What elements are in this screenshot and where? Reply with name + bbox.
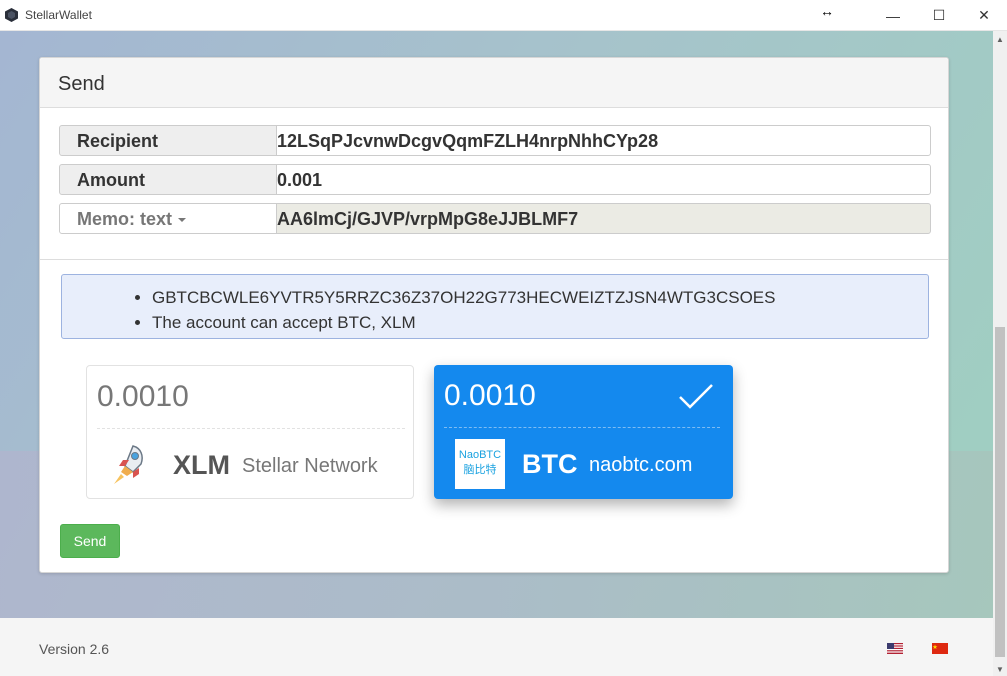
asset-card-xlm[interactable]: 0.0010 XLM Stellar Network <box>86 365 414 499</box>
asset-amount: 0.0010 <box>444 379 536 412</box>
minimize-button[interactable]: — <box>870 0 916 31</box>
recipient-label: Recipient <box>59 125 277 156</box>
asset-card-btc[interactable]: 0.0010 NaoBTC 脑比特 BTC naobtc.com <box>434 365 733 499</box>
app-logo-icon <box>5 8 18 22</box>
recipient-input[interactable]: 12LSqPJcvnwDcgvQqmFZLH4nrpNhhCYp28 <box>276 125 931 156</box>
footer: Version 2.6 <box>0 618 993 676</box>
asset-issuer: naobtc.com <box>589 454 693 476</box>
send-button[interactable]: Send <box>60 524 120 558</box>
naobtc-logo: NaoBTC 脑比特 <box>455 439 505 489</box>
close-button[interactable]: ✕ <box>961 0 1007 31</box>
memo-row: Memo: text AA6lmCj/GJVP/vrpMpG8eJJBLMF7 <box>59 203 931 234</box>
info-list: GBTCBCWLE6YVTR5Y5RRZC36Z37OH22G773HECWEI… <box>152 285 775 335</box>
amount-input[interactable]: 0.001 <box>276 164 931 195</box>
asset-code: BTC <box>522 449 578 479</box>
panel-title: Send <box>58 73 105 95</box>
maximize-button[interactable]: ☐ <box>916 0 962 31</box>
panel-heading: Send <box>40 58 948 108</box>
info-item-address: GBTCBCWLE6YVTR5Y5RRZC36Z37OH22G773HECWEI… <box>152 285 775 310</box>
send-panel: Send Recipient 12LSqPJcvnwDcgvQqmFZLH4nr… <box>39 57 949 573</box>
window-title: StellarWallet <box>25 8 92 22</box>
asset-amount: 0.0010 <box>97 380 189 413</box>
title-bar: StellarWallet ↔ — ☐ ✕ <box>0 0 1007 31</box>
us-flag-icon[interactable] <box>887 643 903 654</box>
recipient-row: Recipient 12LSqPJcvnwDcgvQqmFZLH4nrpNhhC… <box>59 125 931 156</box>
recipient-info-box: GBTCBCWLE6YVTR5Y5RRZC36Z37OH22G773HECWEI… <box>61 274 929 339</box>
memo-input: AA6lmCj/GJVP/vrpMpG8eJJBLMF7 <box>276 203 931 234</box>
memo-type-label: Memo: text <box>77 209 173 229</box>
cn-flag-icon[interactable] <box>932 643 948 654</box>
card-separator <box>444 427 720 428</box>
asset-issuer: Stellar Network <box>242 455 378 477</box>
vertical-scrollbar[interactable]: ▲ ▼ <box>993 31 1007 676</box>
scroll-thumb[interactable] <box>995 327 1005 657</box>
amount-label: Amount <box>59 164 277 195</box>
scroll-down-arrow-icon[interactable]: ▼ <box>993 665 1007 674</box>
checkmark-icon <box>679 384 713 409</box>
memo-type-dropdown[interactable]: Memo: text <box>59 203 277 234</box>
amount-row: Amount 0.001 <box>59 164 931 195</box>
info-item-accepts: The account can accept BTC, XLM <box>152 310 775 335</box>
asset-code: XLM <box>173 450 230 480</box>
divider <box>40 259 948 260</box>
scroll-up-arrow-icon[interactable]: ▲ <box>993 35 1007 44</box>
rocket-icon <box>114 445 143 484</box>
card-separator <box>97 428 405 429</box>
caret-down-icon <box>178 218 187 223</box>
resize-cursor-icon: ↔ <box>820 3 834 19</box>
version-label: Version 2.6 <box>39 641 110 657</box>
